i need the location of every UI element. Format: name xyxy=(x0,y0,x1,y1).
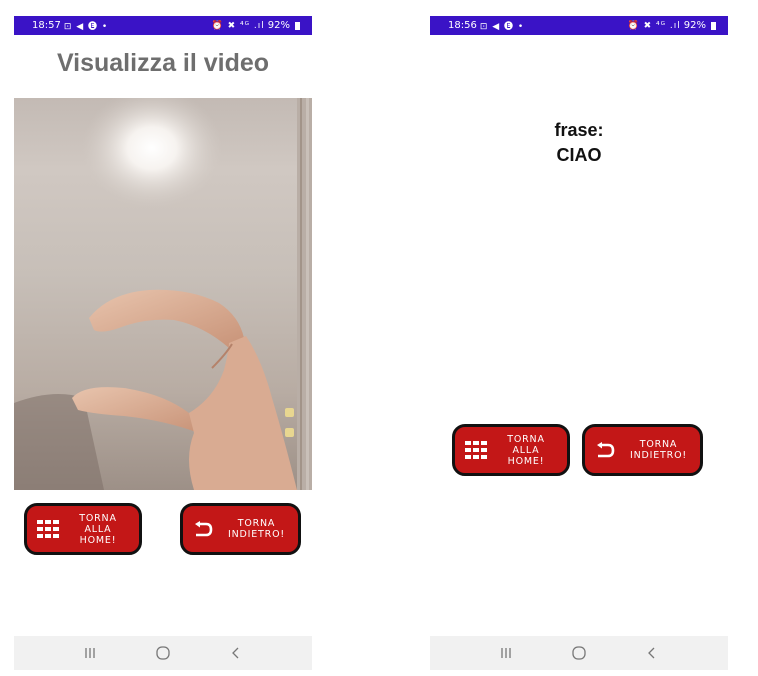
status-bar: 18:56 ⊡ ◀ 🅔 • ⏰ ✖ ⁴ᴳ .ıl 92% xyxy=(430,16,728,35)
system-status-icons: ⏰ ✖ ⁴ᴳ .ıl xyxy=(211,20,265,31)
phone-screen-phrase: 18:56 ⊡ ◀ 🅔 • ⏰ ✖ ⁴ᴳ .ıl 92% frase: CIAO… xyxy=(430,16,728,670)
battery-percent: 92% xyxy=(683,20,706,31)
battery-icon xyxy=(711,21,716,30)
home-button[interactable]: TORNA ALLA HOME! xyxy=(24,503,142,555)
home-circle-icon[interactable] xyxy=(155,645,171,661)
phrase-value: CIAO xyxy=(556,145,602,165)
system-status-icons: ⏰ ✖ ⁴ᴳ .ıl xyxy=(627,20,681,31)
page-title: Visualizza il video xyxy=(56,49,270,77)
notification-icons: ⊡ ◀ 🅔 • xyxy=(479,22,525,32)
back-button-label: TORNA INDIETRO! xyxy=(228,518,285,540)
return-arrow-icon xyxy=(195,521,213,537)
battery-icon xyxy=(295,21,300,30)
back-button[interactable]: TORNA INDIETRO! xyxy=(180,503,301,555)
home-circle-icon[interactable] xyxy=(571,645,587,661)
status-time: 18:56 xyxy=(448,20,477,31)
status-time: 18:57 xyxy=(32,20,61,31)
home-button-label: TORNA ALLA HOME! xyxy=(507,433,545,467)
notification-icons: ⊡ ◀ 🅔 • xyxy=(63,22,109,32)
recent-apps-icon[interactable] xyxy=(83,646,97,660)
back-chevron-icon[interactable] xyxy=(645,646,659,660)
back-button-label: TORNA INDIETRO! xyxy=(630,439,687,461)
video-player[interactable] xyxy=(14,98,312,490)
recent-apps-icon[interactable] xyxy=(499,646,513,660)
home-button[interactable]: TORNA ALLA HOME! xyxy=(452,424,570,476)
grid-icon xyxy=(37,520,59,538)
return-arrow-icon xyxy=(597,442,615,458)
android-nav-bar xyxy=(14,636,312,670)
phrase-label: frase: xyxy=(554,120,604,140)
video-frame-hand-sign xyxy=(14,98,312,490)
home-button-label: TORNA ALLA HOME! xyxy=(79,512,117,546)
android-nav-bar xyxy=(430,636,728,670)
status-bar: 18:57 ⊡ ◀ 🅔 • ⏰ ✖ ⁴ᴳ .ıl 92% xyxy=(14,16,312,35)
back-chevron-icon[interactable] xyxy=(229,646,243,660)
grid-icon xyxy=(465,441,487,459)
back-button[interactable]: TORNA INDIETRO! xyxy=(582,424,703,476)
battery-percent: 92% xyxy=(267,20,290,31)
phone-screen-video: 18:57 ⊡ ◀ 🅔 • ⏰ ✖ ⁴ᴳ .ıl 92% Visualizza … xyxy=(14,16,312,670)
